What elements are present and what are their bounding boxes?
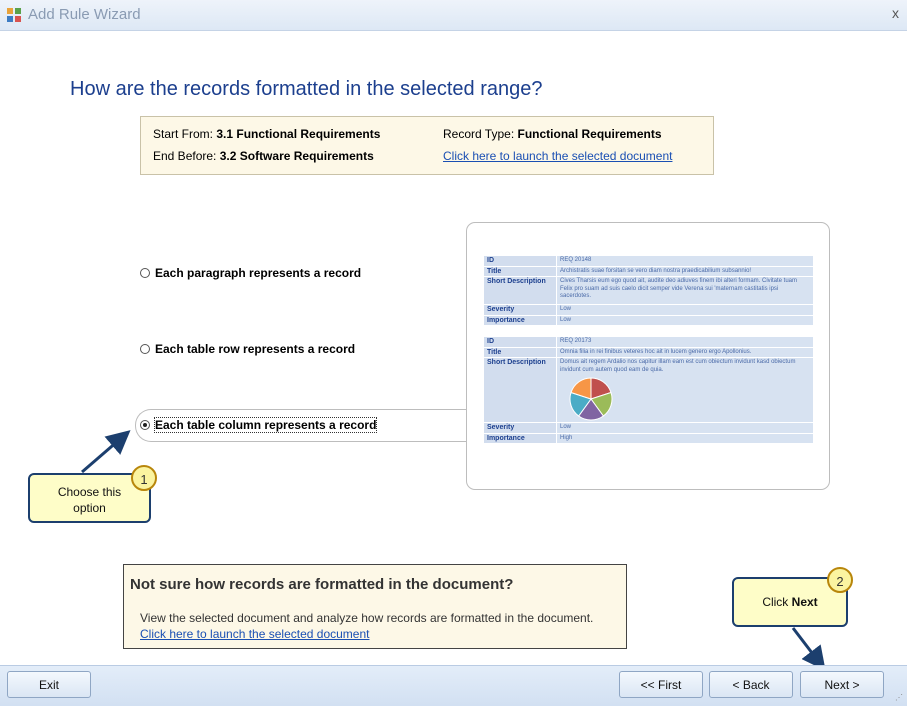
resize-grip-icon[interactable]: ⋰ — [895, 693, 905, 703]
step-badge-1: 1 — [131, 465, 157, 491]
first-button[interactable]: << First — [619, 671, 703, 698]
help-box: Not sure how records are formatted in th… — [123, 564, 627, 649]
callout-text: Choose this option — [57, 485, 122, 515]
first-button-label: << First — [640, 678, 682, 692]
next-button-label: Next > — [824, 678, 860, 692]
help-title: Not sure how records are formatted in th… — [130, 576, 514, 593]
next-button[interactable]: Next > — [800, 671, 884, 698]
help-text: View the selected document and analyze h… — [140, 611, 594, 625]
exit-button[interactable]: Exit — [7, 671, 91, 698]
arrow-to-next — [791, 627, 826, 671]
callout-text-bold: Next — [791, 595, 818, 609]
callout-text-prefix: Click — [762, 595, 792, 609]
arrow-to-option — [81, 430, 131, 474]
back-button[interactable]: < Back — [709, 671, 793, 698]
step-badge-2: 2 — [827, 567, 853, 593]
exit-button-label: Exit — [38, 678, 59, 692]
help-launch-link[interactable]: Click here to launch the selected docume… — [140, 627, 369, 641]
back-button-label: < Back — [732, 678, 770, 692]
